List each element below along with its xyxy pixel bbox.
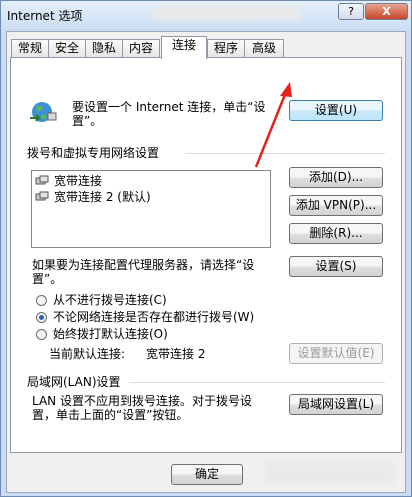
add-button[interactable]: 添加(D)... — [289, 167, 383, 188]
settings-button[interactable]: 设置(S) — [289, 256, 383, 277]
lan-description: LAN 设置不应用到拨号连接。对于拨号设 — [32, 394, 252, 408]
never-dial-radio[interactable] — [36, 295, 47, 306]
always-dial-label[interactable]: 不论网络连接是否存在都进行拨号(W) — [53, 310, 254, 325]
blurred-footer-buttons — [265, 462, 395, 484]
never-dial-label[interactable]: 从不进行拨号连接(C) — [53, 293, 167, 308]
tab-privacy[interactable]: 隐私 — [85, 39, 123, 58]
tab-programs[interactable]: 程序 — [207, 39, 245, 58]
current-default-label: 当前默认连接: — [49, 347, 126, 361]
broadband-connection-icon — [35, 175, 49, 186]
proxy-description: 如果要为连接配置代理服务器，请选择“设 — [32, 258, 255, 272]
list-item[interactable]: 宽带连接 — [35, 174, 102, 189]
broadband-connection-icon — [35, 191, 49, 202]
dialog-client-area: 常规 安全 隐私 内容 连接 程序 高级 要设置一个 Internet 连接，单… — [6, 31, 406, 493]
default-dial-label[interactable]: 始终拨打默认连接(O) — [53, 327, 168, 342]
dialup-group-label: 拨号和虚拟专用网络设置 — [27, 146, 160, 160]
tab-security[interactable]: 安全 — [48, 39, 86, 58]
window-title: Internet 选项 — [7, 9, 83, 23]
always-dial-radio[interactable] — [36, 312, 47, 323]
lan-description-cont: 置，单击上面的“设置”按钮。 — [32, 408, 189, 422]
proxy-description-cont: 置”。 — [32, 272, 63, 286]
ok-button[interactable]: 确定 — [171, 464, 243, 485]
title-bar[interactable]: Internet 选项 ? X — [1, 1, 411, 29]
dialup-separator — [185, 153, 385, 154]
tab-general[interactable]: 常规 — [11, 39, 49, 58]
connection-label: 宽带连接 2 (默认) — [54, 190, 151, 204]
tab-content[interactable]: 内容 — [122, 39, 160, 58]
setup-description-cont: 置”。 — [72, 114, 103, 128]
tab-advanced[interactable]: 高级 — [244, 39, 284, 58]
network-globe-icon — [30, 102, 57, 122]
blurred-background-text — [151, 6, 301, 20]
close-button[interactable]: X — [365, 3, 408, 20]
connections-listbox[interactable]: 宽带连接 宽带连接 2 (默认) — [31, 170, 271, 248]
default-dial-radio[interactable] — [36, 329, 47, 340]
lan-settings-button[interactable]: 局域网设置(L) — [289, 394, 383, 415]
lan-group-label: 局域网(LAN)设置 — [27, 375, 121, 389]
help-button[interactable]: ? — [338, 3, 364, 20]
set-default-button[interactable]: 设置默认值(E) — [289, 343, 383, 364]
setup-description: 要设置一个 Internet 连接，单击“设 — [72, 100, 266, 114]
connections-tab-page: 要设置一个 Internet 连接，单击“设 置”。 设置(U) 拨号和虚拟专用… — [10, 57, 402, 453]
tab-connections[interactable]: 连接 — [161, 36, 207, 59]
lan-separator — [129, 382, 385, 383]
list-item[interactable]: 宽带连接 2 (默认) — [35, 190, 151, 205]
remove-button[interactable]: 删除(R)... — [289, 223, 383, 244]
internet-options-window: Internet 选项 ? X 常规 安全 隐私 内容 连接 程序 高级 要设置… — [0, 0, 412, 497]
connection-label: 宽带连接 — [54, 174, 103, 188]
setup-button[interactable]: 设置(U) — [289, 100, 383, 121]
add-vpn-button[interactable]: 添加 VPN(P)... — [289, 195, 383, 216]
current-default-value: 宽带连接 2 — [146, 347, 206, 361]
